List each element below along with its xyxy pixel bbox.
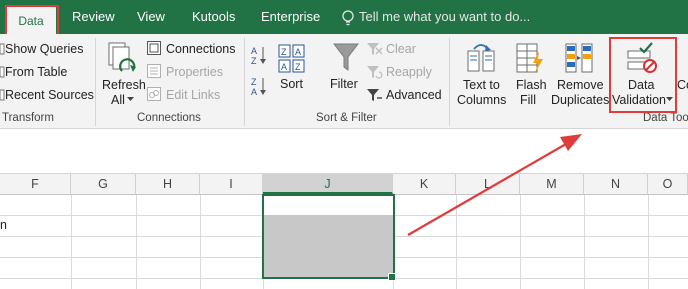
column-header-m[interactable]: M bbox=[520, 174, 584, 194]
flash-fill-label-2[interactable]: Fill bbox=[520, 93, 536, 107]
refresh-all-label[interactable]: Refresh bbox=[102, 78, 146, 92]
column-header-k[interactable]: K bbox=[393, 174, 456, 194]
tab-review[interactable]: Review bbox=[72, 0, 115, 34]
reapply-icon bbox=[367, 66, 383, 79]
sort-button[interactable]: Sort bbox=[280, 77, 303, 91]
group-label-data-tools: Data Too bbox=[643, 112, 688, 124]
group-divider bbox=[449, 38, 450, 126]
text-to-columns-icon bbox=[467, 44, 495, 72]
text-to-columns-label[interactable]: Text to bbox=[463, 78, 500, 92]
group-divider bbox=[244, 38, 245, 126]
edit-links-icon bbox=[147, 87, 161, 101]
column-header-f[interactable]: F bbox=[0, 174, 71, 194]
refresh-all-label-2[interactable]: All bbox=[111, 93, 125, 107]
svg-text:A: A bbox=[281, 62, 287, 72]
col-line bbox=[456, 195, 457, 289]
reapply-button[interactable]: Reapply bbox=[386, 65, 432, 79]
sort-icon: Z A A Z bbox=[278, 44, 305, 73]
tab-view[interactable]: View bbox=[137, 0, 165, 34]
lightbulb-icon bbox=[342, 10, 354, 26]
column-header-h[interactable]: H bbox=[136, 174, 200, 194]
svg-text:A: A bbox=[251, 46, 257, 56]
remove-duplicates-icon bbox=[565, 43, 593, 73]
remove-duplicates-label[interactable]: Remove bbox=[557, 78, 604, 92]
col-line bbox=[136, 195, 137, 289]
tab-kutools[interactable]: Kutools bbox=[192, 0, 235, 34]
tell-me-search[interactable]: Tell me what you want to do... bbox=[359, 0, 530, 34]
col-line bbox=[200, 195, 201, 289]
column-header-n[interactable]: N bbox=[584, 174, 648, 194]
clear-button[interactable]: Clear bbox=[386, 42, 416, 56]
show-queries-button[interactable]: Show Queries bbox=[5, 42, 84, 56]
col-line bbox=[584, 195, 585, 289]
svg-text:Z: Z bbox=[295, 62, 301, 72]
cell-text-fragment: n bbox=[0, 218, 7, 232]
chevron-down-icon bbox=[127, 97, 134, 101]
svg-text:Z: Z bbox=[281, 47, 287, 57]
filter-button[interactable]: Filter bbox=[330, 77, 358, 91]
consolidate-button-partial[interactable]: Co bbox=[677, 78, 688, 92]
text-to-columns-label-2[interactable]: Columns bbox=[457, 93, 506, 107]
advanced-filter-icon bbox=[367, 89, 382, 101]
group-divider bbox=[95, 38, 96, 126]
column-header-g[interactable]: G bbox=[71, 174, 136, 194]
advanced-button[interactable]: Advanced bbox=[386, 88, 442, 102]
group-label-sort-filter: Sort & Filter bbox=[316, 112, 377, 124]
tab-data-highlight bbox=[5, 5, 59, 37]
remove-duplicates-label-2[interactable]: Duplicates bbox=[551, 93, 609, 107]
flash-fill-icon bbox=[516, 43, 543, 73]
filter-funnel-icon bbox=[333, 43, 359, 71]
svg-text:Z: Z bbox=[251, 77, 257, 87]
properties-button[interactable]: Properties bbox=[166, 65, 223, 79]
sort-descending-icon: Z A bbox=[251, 77, 266, 96]
column-header-j[interactable]: J bbox=[263, 174, 393, 194]
column-header-row: F G H I J K L M N O bbox=[0, 174, 688, 195]
properties-icon bbox=[147, 64, 161, 78]
sort-ascending-icon: A Z bbox=[251, 46, 266, 65]
connections-button[interactable]: Connections bbox=[166, 42, 236, 56]
svg-text:Z: Z bbox=[251, 56, 257, 65]
col-line bbox=[71, 195, 72, 289]
edit-links-button[interactable]: Edit Links bbox=[166, 88, 220, 102]
svg-text:A: A bbox=[295, 47, 301, 57]
refresh-all-icon bbox=[108, 42, 136, 72]
clear-filter-icon bbox=[367, 43, 383, 55]
tab-enterprise[interactable]: Enterprise bbox=[261, 0, 320, 34]
from-table-button[interactable]: From Table bbox=[5, 65, 67, 79]
column-header-i[interactable]: I bbox=[200, 174, 263, 194]
formula-bar-area bbox=[0, 129, 688, 174]
selection-border bbox=[262, 194, 395, 279]
group-label-transform: Transform bbox=[2, 112, 54, 124]
svg-text:A: A bbox=[251, 87, 257, 96]
col-line bbox=[648, 195, 649, 289]
data-validation-highlight bbox=[609, 37, 677, 113]
recent-sources-button[interactable]: Recent Sources bbox=[5, 88, 94, 102]
col-line bbox=[520, 195, 521, 289]
fill-handle[interactable] bbox=[388, 273, 396, 281]
connections-icon bbox=[147, 41, 161, 55]
group-label-connections: Connections bbox=[137, 112, 201, 124]
column-header-l[interactable]: L bbox=[456, 174, 520, 194]
flash-fill-label[interactable]: Flash bbox=[516, 78, 547, 92]
column-header-o[interactable]: O bbox=[648, 174, 688, 194]
